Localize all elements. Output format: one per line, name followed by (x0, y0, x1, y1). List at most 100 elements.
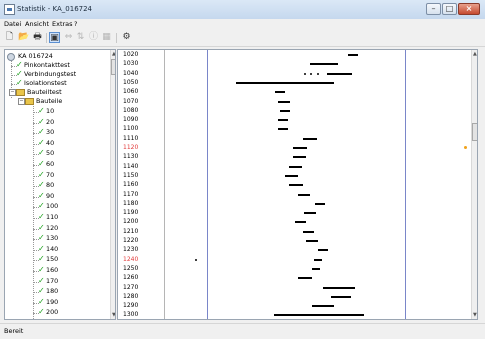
tree-item-part[interactable]: 190 (46, 298, 58, 306)
tree-item-part[interactable]: 50 (46, 149, 54, 157)
tree-item-part[interactable]: 100 (46, 202, 58, 210)
check-icon: ✓ (38, 106, 45, 115)
menu-extras[interactable]: Extras (52, 20, 73, 28)
scroll-down-icon[interactable]: ▼ (112, 312, 115, 318)
check-icon: ✓ (38, 233, 45, 243)
row-label: 1090 (123, 116, 139, 124)
row-label: 1210 (123, 227, 139, 235)
tree-panel[interactable]: KA 016724 ✓ Pinkontakttest ✓ Verbindungs… (4, 49, 116, 320)
distribution-bar (312, 267, 320, 270)
tree-item-part[interactable]: 70 (46, 171, 54, 179)
row-label: 1150 (123, 171, 139, 179)
grid-icon[interactable]: ▦ (101, 32, 112, 43)
row-label: 1190 (123, 209, 139, 217)
print-icon[interactable]: 🖶 (32, 32, 43, 43)
distribution-bar (331, 295, 351, 298)
distribution-bar (289, 165, 302, 168)
tree-item-part[interactable]: 140 (46, 245, 58, 253)
tree-item-bauteiltest[interactable]: Bauteiltest (27, 88, 62, 96)
tree-item-part[interactable]: 160 (46, 266, 58, 274)
scroll-up-icon[interactable]: ▲ (112, 51, 115, 57)
close-button[interactable]: × (458, 3, 480, 15)
title-bar[interactable]: Statistik - KA_016724 – □ × (0, 0, 485, 20)
row-label: 1030 (123, 60, 139, 68)
tree-item-part[interactable]: 180 (46, 287, 58, 295)
distribution-bar (304, 72, 306, 75)
statistik-window: Statistik - KA_016724 – □ × Datei Ansich… (0, 0, 485, 339)
settings-icon[interactable]: ⚙ (121, 32, 132, 43)
tree-item-part[interactable]: 80 (46, 181, 54, 189)
tree-item-bauteile[interactable]: Bauteile (36, 97, 62, 105)
check-icon: ✓ (16, 69, 23, 78)
distribution-bar (195, 258, 197, 261)
row-label: 1060 (123, 88, 139, 96)
tree-item-part[interactable]: 150 (46, 255, 58, 263)
distribution-bar (278, 128, 288, 131)
check-icon: ✓ (38, 275, 45, 285)
view-icon[interactable]: ▣ (49, 32, 60, 43)
row-label: 1230 (123, 246, 139, 254)
row-label: 1260 (123, 274, 139, 282)
collapse-icon[interactable]: − (18, 98, 25, 105)
check-icon: ✓ (38, 180, 45, 190)
tree-item-part[interactable]: 30 (46, 128, 54, 136)
toolbar-separator (46, 33, 47, 43)
tree-scroll-thumb[interactable] (111, 59, 115, 75)
tree-root[interactable]: KA 016724 (18, 52, 53, 60)
tree-item-part[interactable]: 40 (46, 139, 54, 147)
tree-item-part[interactable]: 170 (46, 277, 58, 285)
distribution-bar (327, 72, 352, 75)
row-label: 1110 (123, 134, 139, 142)
window-title: Statistik - KA_016724 (17, 5, 93, 13)
minimize-button[interactable]: – (426, 3, 441, 15)
row-label: 1240 (123, 255, 139, 263)
label-separator (164, 50, 165, 319)
stats-scrollbar[interactable]: ▲ ▼ (471, 50, 477, 319)
distribution-bar (278, 119, 288, 122)
row-label: 1160 (123, 181, 139, 189)
tree-item-part[interactable]: 130 (46, 234, 58, 242)
scroll-down-icon[interactable]: ▼ (473, 312, 477, 318)
tree-item-part[interactable]: 60 (46, 160, 54, 168)
open-icon[interactable]: 📂 (18, 32, 29, 43)
tree-item-verbindungstest[interactable]: Verbindungstest (24, 70, 76, 78)
row-label: 1080 (123, 106, 139, 114)
check-icon: ✓ (38, 116, 45, 126)
menu-help[interactable]: ? (74, 20, 77, 28)
collapse-icon[interactable]: − (9, 89, 16, 96)
row-label: 1070 (123, 97, 139, 105)
tree-scrollbar[interactable]: ▲ ▼ (110, 50, 115, 319)
statistics-panel[interactable]: 1020 1030 1040 1050 1060 1070 1080 1090 1100 1110… (117, 49, 478, 320)
info-icon[interactable]: ⓘ (88, 32, 99, 43)
distribution-bar (303, 137, 317, 140)
tree-item-isolationstest[interactable]: Isolationstest (24, 79, 67, 87)
check-icon: ✓ (38, 286, 45, 296)
distribution-bar (317, 72, 319, 75)
tree-item-pinkontakttest[interactable]: Pinkontakttest (24, 61, 70, 69)
stats-scroll-thumb[interactable] (472, 123, 477, 141)
maximize-button[interactable]: □ (442, 3, 457, 15)
distribution-bar (348, 54, 358, 56)
row-label: 1250 (123, 264, 139, 272)
menu-datei[interactable]: Datei (4, 20, 21, 28)
menu-ansicht[interactable]: Ansicht (25, 20, 49, 28)
maximize-icon: □ (445, 4, 454, 13)
scroll-up-icon[interactable]: ▲ (473, 51, 477, 57)
tree-item-part[interactable]: 90 (46, 192, 54, 200)
upper-limit-line (405, 50, 406, 319)
check-icon: ✓ (38, 307, 45, 317)
indicator-dot (464, 146, 467, 149)
lower-limit-line (207, 50, 208, 319)
check-icon: ✓ (38, 127, 45, 137)
tree-item-part[interactable]: 10 (46, 107, 54, 115)
new-icon[interactable]: 🗋 (4, 32, 15, 43)
tree-item-part[interactable]: 20 (46, 118, 54, 126)
tree-item-part[interactable]: 120 (46, 224, 58, 232)
tree-item-part[interactable]: 200 (46, 308, 58, 316)
check-icon: ✓ (38, 190, 45, 200)
tree-connector (33, 106, 34, 319)
check-icon: ✓ (38, 265, 45, 274)
align-icon[interactable]: ⇅ (75, 32, 86, 43)
tree-item-part[interactable]: 110 (46, 213, 58, 221)
move-icon[interactable]: ⇔ (63, 32, 74, 43)
